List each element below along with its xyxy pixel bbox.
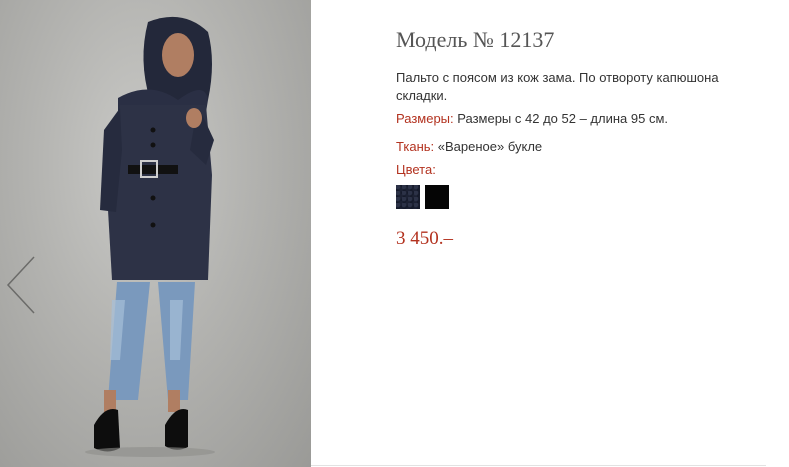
model-photo-illustration (85, 16, 215, 457)
color-swatch-navy[interactable] (396, 185, 420, 209)
product-price: 3 450.– (396, 228, 453, 249)
fabric-row: Ткань: «Вареное» букле (396, 139, 542, 154)
color-swatch-black[interactable] (425, 185, 449, 209)
chevron-left-icon (6, 256, 35, 314)
sizes-row: Размеры: Размеры с 42 до 52 – длина 95 с… (396, 111, 668, 126)
fabric-label: Ткань: (396, 139, 435, 154)
divider (311, 465, 766, 466)
product-photo (0, 0, 311, 467)
gallery-prev-arrow[interactable] (4, 255, 36, 315)
product-description: Пальто с поясом из кож зама. По отвороту… (396, 70, 719, 103)
sizes-label: Размеры: (396, 111, 454, 126)
sizes-value: Размеры с 42 до 52 – длина 95 см. (453, 111, 668, 126)
colors-label: Цвета: (396, 162, 436, 177)
product-title: Модель № 12137 (396, 27, 555, 52)
fabric-value: «Вареное» букле (434, 139, 543, 154)
colors-row: Цвета: (396, 162, 436, 177)
color-swatches (396, 185, 449, 209)
